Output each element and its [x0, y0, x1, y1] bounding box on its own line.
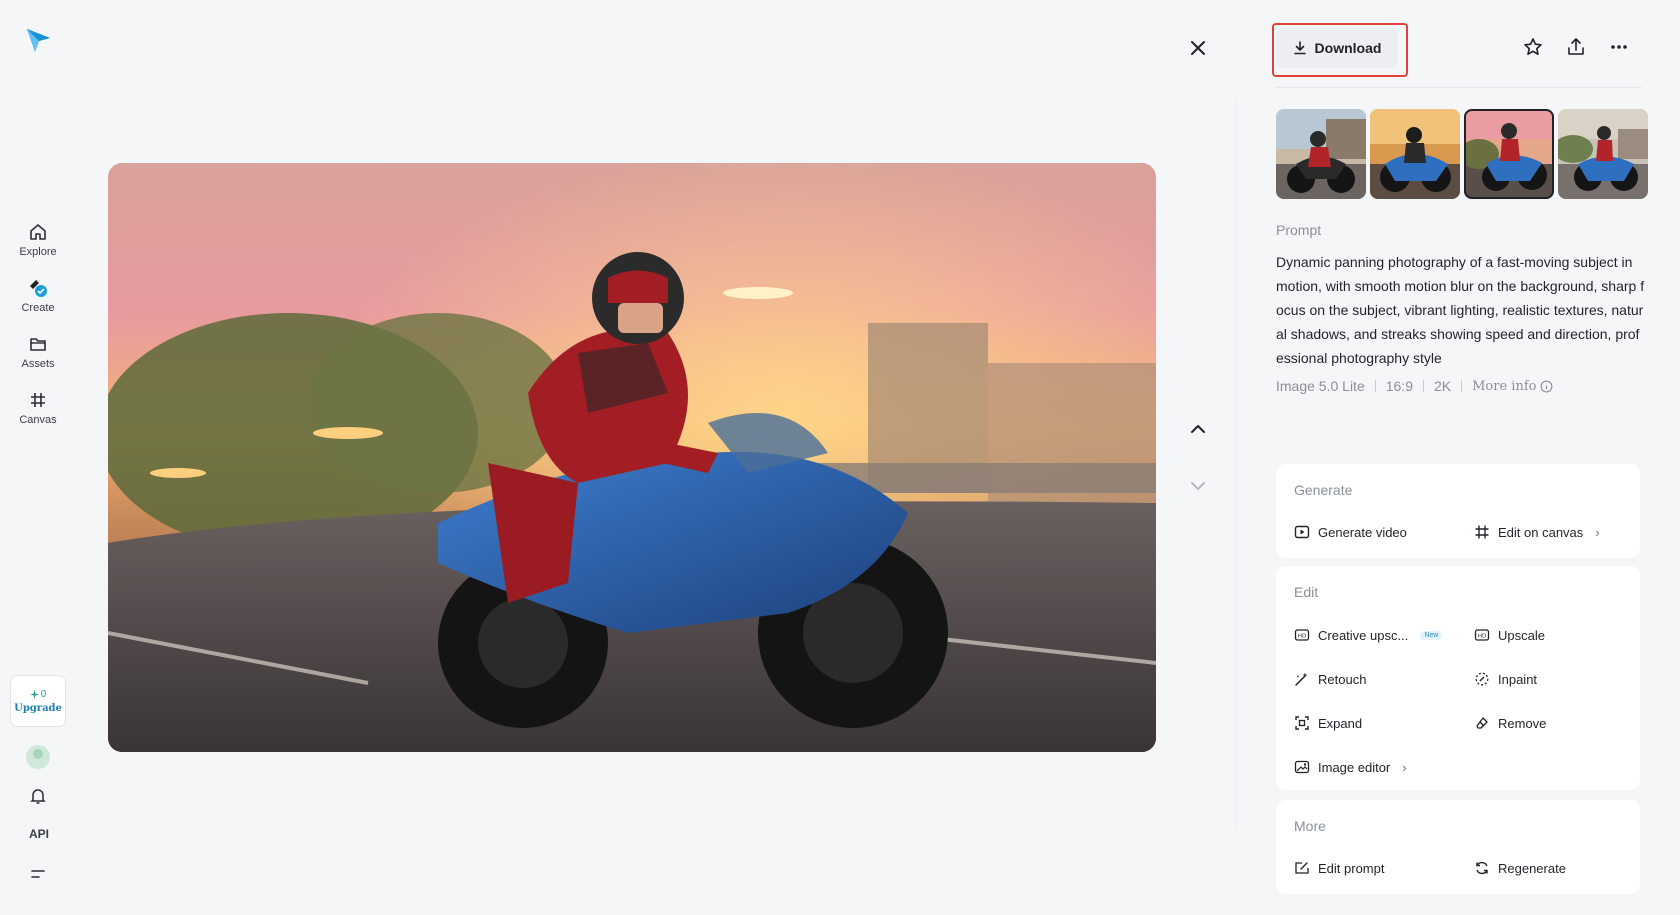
edit-on-canvas-button[interactable]: Edit on canvas ›	[1474, 521, 1600, 543]
home-icon	[30, 224, 46, 240]
hd-icon: HD	[1294, 629, 1310, 641]
sidebar-item-label: Explore	[19, 246, 57, 258]
star-icon[interactable]	[1522, 36, 1544, 58]
canvas-icon	[1475, 525, 1489, 539]
upscale-button[interactable]: HD Upscale	[1474, 624, 1545, 646]
aspect-ratio: 16:9	[1385, 378, 1413, 394]
more-options-icon[interactable]	[1608, 36, 1630, 58]
create-icon	[30, 280, 47, 297]
chevron-right-icon: ›	[1402, 759, 1407, 775]
more-card: More Edit prompt Regenerate	[1276, 800, 1640, 894]
thumbnail-1[interactable]	[1276, 109, 1366, 199]
chevron-up-icon[interactable]	[1186, 417, 1210, 441]
folder-icon	[30, 338, 46, 351]
edit-card: Edit HD Creative upsc... New HD Upscale …	[1276, 566, 1640, 790]
inpaint-icon	[1475, 672, 1489, 686]
sidebar-item-canvas[interactable]: Canvas	[8, 384, 68, 432]
retouch-button[interactable]: Retouch	[1294, 668, 1366, 690]
image-editor-button[interactable]: Image editor ›	[1294, 756, 1407, 778]
remove-button[interactable]: Remove	[1474, 712, 1546, 734]
upgrade-link[interactable]: Upgrade	[14, 703, 62, 714]
generate-video-button[interactable]: Generate video	[1294, 521, 1407, 543]
sidebar-item-label: Canvas	[19, 414, 57, 426]
expand-button[interactable]: Expand	[1294, 712, 1362, 734]
magic-wand-icon	[1295, 672, 1308, 686]
model-name: Image 5.0 Lite	[1276, 378, 1365, 394]
sidebar-item-explore[interactable]: Explore	[8, 216, 68, 264]
meta-separator	[1422, 380, 1424, 392]
video-icon	[1294, 525, 1310, 539]
expand-icon	[1295, 716, 1309, 730]
thumbnail-2[interactable]	[1370, 109, 1460, 199]
edit-prompt-icon	[1295, 862, 1309, 874]
panel-divider	[1236, 100, 1237, 830]
more-title: More	[1294, 818, 1326, 834]
download-icon	[1293, 41, 1306, 55]
chevron-down-icon[interactable]	[1186, 474, 1210, 498]
sidebar-item-label: Assets	[21, 358, 55, 370]
creative-upscale-button[interactable]: HD Creative upsc... New	[1294, 624, 1443, 646]
info-icon	[1541, 380, 1553, 392]
chevron-right-icon: ›	[1595, 524, 1600, 540]
sparkle-icon	[29, 689, 39, 699]
download-button[interactable]: Download	[1276, 28, 1398, 68]
refresh-icon	[1476, 861, 1488, 875]
thumbnail-strip	[1276, 109, 1648, 199]
download-label: Download	[1314, 40, 1382, 56]
sidebar-item-label: Create	[21, 302, 55, 314]
api-link[interactable]: API	[26, 827, 52, 841]
app-root: Explore Create Assets Canvas 0 Upgrade A…	[0, 0, 1680, 915]
more-info-link[interactable]: More info	[1472, 379, 1553, 394]
main-image	[108, 163, 1156, 752]
prompt-text: Dynamic panning photography of a fast-mo…	[1276, 254, 1645, 366]
close-icon[interactable]	[1186, 36, 1210, 60]
edit-prompt-button[interactable]: Edit prompt	[1294, 857, 1384, 879]
meta-separator	[1374, 380, 1376, 392]
bell-icon[interactable]	[28, 786, 48, 806]
credits-count: 0	[29, 689, 46, 700]
svg-text:HD: HD	[1478, 634, 1486, 640]
left-sidebar: Explore Create Assets Canvas 0 Upgrade A…	[0, 0, 76, 915]
avatar[interactable]	[26, 745, 50, 769]
generate-title: Generate	[1294, 482, 1353, 498]
svg-text:HD: HD	[1298, 634, 1306, 640]
image-meta: Image 5.0 Lite 16:9 2K More info	[1276, 378, 1553, 394]
resolution: 2K	[1433, 378, 1452, 394]
logo-icon[interactable]	[24, 26, 52, 54]
hd-icon: HD	[1474, 629, 1490, 641]
generate-card: Generate Generate video Edit on canvas ›	[1276, 464, 1640, 558]
new-badge: New	[1420, 630, 1443, 640]
edit-title: Edit	[1294, 584, 1319, 600]
image-editor-icon	[1294, 760, 1310, 774]
inpaint-button[interactable]: Inpaint	[1474, 668, 1537, 690]
regenerate-button[interactable]: Regenerate	[1474, 857, 1566, 879]
meta-separator	[1461, 380, 1463, 392]
canvas-icon	[31, 393, 45, 407]
share-icon[interactable]	[1565, 36, 1587, 58]
prompt-label: Prompt	[1276, 222, 1322, 238]
eraser-icon	[1476, 717, 1488, 729]
thumbnail-3-selected[interactable]	[1464, 109, 1554, 199]
menu-icon[interactable]	[28, 866, 48, 882]
credits-widget[interactable]: 0 Upgrade	[10, 675, 66, 727]
sidebar-item-assets[interactable]: Assets	[8, 328, 68, 376]
header-divider	[1276, 87, 1642, 88]
sidebar-item-create[interactable]: Create	[8, 272, 68, 320]
thumbnail-4[interactable]	[1558, 109, 1648, 199]
